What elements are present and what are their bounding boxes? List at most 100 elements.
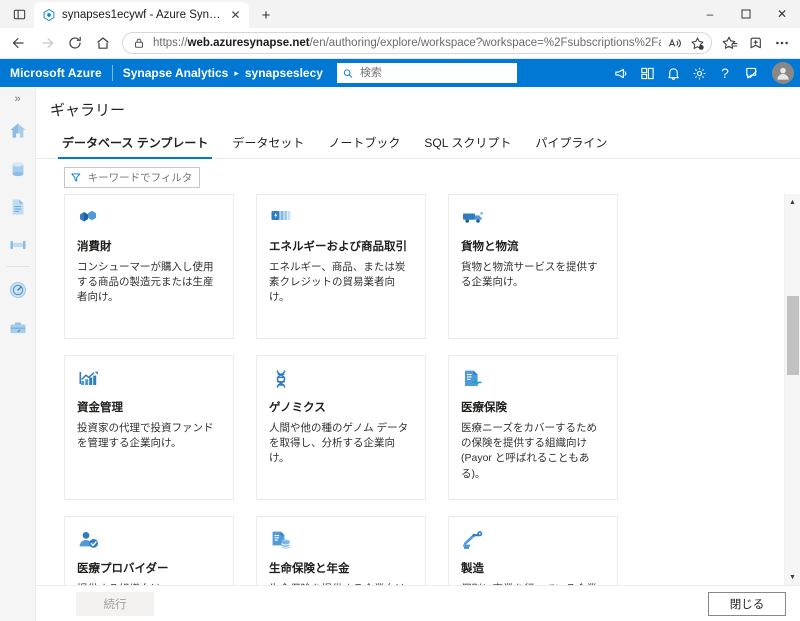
workspace-name[interactable]: synapseslecy [245,66,323,80]
tab-notebooks[interactable]: ノートブック [316,130,412,158]
settings-gear-icon[interactable] [686,60,712,86]
lock-icon [131,35,147,51]
sidebar-item-integrate[interactable] [3,229,33,261]
template-card[interactable]: 消費財 コンシューマーが購入し使用する商品の製造元または生産者向け。 [64,194,234,339]
tab-datasets[interactable]: データセット [220,130,316,158]
database-cylinder-icon [12,162,23,177]
scroll-down-icon[interactable]: ▼ [785,569,800,585]
chevron-right-icon: ▸ [234,67,239,78]
azure-synapse-app: Microsoft Azure Synapse Analytics ▸ syna… [0,58,800,621]
close-button[interactable]: 閉じる [708,591,786,616]
sidebar-item-home[interactable] [3,115,33,147]
template-card[interactable]: 資金管理 投資家の代理で投資ファンドを管理する企業向け。 [64,355,234,500]
card-description: 投資家の代理で投資ファンドを管理する企業向け。 [77,421,214,450]
life-insurance-icon [269,529,413,555]
card-description: 貨物と物流サービスを提供する企業向け。 [461,260,598,289]
sidebar-item-develop[interactable] [3,191,33,223]
card-title: 生命保険と年金 [269,563,350,575]
gallery-tabs: データベース テンプレート データセット ノートブック SQL スクリプト パイ… [36,130,800,159]
read-aloud-icon[interactable] [667,35,683,51]
tab-database-templates[interactable]: データベース テンプレート [50,130,220,159]
avatar[interactable] [772,62,794,84]
forward-icon [34,30,60,56]
template-card[interactable]: 貨物と物流 貨物と物流サービスを提供する企業向け。 [448,194,618,339]
freight-logistics-truck-icon [461,207,605,233]
vertical-scrollbar[interactable]: ▲ ▼ [784,194,800,585]
rail-divider [6,266,29,267]
add-favorite-icon[interactable] [689,35,705,51]
card-description: 提供する組織向け [77,582,221,585]
search-icon [343,68,353,78]
service-name[interactable]: Synapse Analytics [123,66,229,80]
azure-search-box[interactable] [336,63,517,83]
template-card[interactable]: エネルギーおよび商品取引 エネルギー、商品、または炭素クレジットの貿易業者向け。 [256,194,426,339]
window-controls: – ✕ [692,0,800,28]
home-icon[interactable] [90,30,116,56]
keyword-filter-input[interactable] [85,170,193,185]
feedback-icon[interactable] [738,60,764,86]
document-icon [12,199,23,215]
expand-rail-button[interactable]: » [4,89,32,109]
tab-sql-scripts[interactable]: SQL スクリプト [412,130,523,158]
scrollbar-thumb[interactable] [786,296,799,376]
app-body: » ギャラリー データベース テンプレート データセット ノートブック SQL … [0,87,800,621]
card-title: 医療プロバイダー [77,563,169,575]
template-card[interactable]: ゲノミクス 人間や他の種のゲノム データを取得し、分析する企業向け。 [256,355,426,500]
card-description: 医療ニーズをカバーするための保険を提供する組織向け (Payor と呼ばれること… [461,421,597,480]
browser-tab-strip: synapses1ecywf - Azure Synapse ✕ + – ✕ [0,0,800,28]
close-window-button[interactable]: ✕ [764,0,800,28]
monitor-gauge-icon [9,282,26,298]
close-icon[interactable]: ✕ [228,8,243,23]
card-title: 医療保険 [461,402,507,414]
help-question-icon[interactable]: ? [712,60,738,86]
continue-button[interactable]: 続行 [76,591,154,616]
health-insurance-icon [461,368,605,394]
sidebar-item-data[interactable] [3,153,33,185]
filter-icon [71,173,81,182]
browser-tab[interactable]: synapses1ecywf - Azure Synapse ✕ [34,2,249,28]
minimize-button[interactable]: – [692,0,728,28]
filter-row [36,159,800,194]
azure-top-bar: Microsoft Azure Synapse Analytics ▸ syna… [0,59,800,87]
pipeline-icon [10,240,25,250]
search-input[interactable] [357,66,511,80]
collections-icon[interactable] [744,31,768,55]
card-title: 貨物と物流 [461,241,519,253]
sidebar-item-manage[interactable] [3,312,33,344]
tab-list-button[interactable] [6,2,32,26]
energy-commodity-icon [269,207,413,233]
dialog-footer: 続行 閉じる [36,585,800,621]
template-card[interactable]: 生命保険と年金 生命保険を提供する企業向け [256,516,426,585]
card-description: 生命保険を提供する企業向け [269,582,413,585]
notifications-bell-icon[interactable] [660,60,686,86]
maximize-button[interactable] [728,0,764,28]
address-bar[interactable]: https://web.azuresynapse.net/en/authorin… [122,32,712,54]
tab-pipelines[interactable]: パイプライン [523,130,619,158]
favorites-icon[interactable] [718,31,742,55]
refresh-icon[interactable] [62,30,88,56]
card-description: エネルギー、商品、または炭素クレジットの貿易業者向け。 [269,260,406,304]
url-text: https://web.azuresynapse.net/en/authorin… [153,37,661,49]
template-card[interactable]: 医療保険 医療ニーズをカバーするための保険を提供する組織向け (Payor と呼… [448,355,618,500]
browser-navigation-bar: https://web.azuresynapse.net/en/authorin… [0,28,800,58]
card-title: 資金管理 [77,402,123,414]
browser-window: synapses1ecywf - Azure Synapse ✕ + – ✕ h… [0,0,800,621]
scrollbar-track[interactable] [785,210,800,569]
sidebar-item-monitor[interactable] [3,274,33,306]
keyword-filter-box[interactable] [64,167,200,188]
azure-brand[interactable]: Microsoft Azure [10,66,102,80]
left-navigation-rail: » [0,87,36,621]
new-tab-button[interactable]: + [253,3,279,27]
template-card[interactable]: 製造 個別に事業を行っている企業向け [448,516,618,585]
card-description: 人間や他の種のゲノム データを取得し、分析する企業向け。 [269,421,409,465]
scroll-up-icon[interactable]: ▲ [785,194,800,210]
template-card[interactable]: 医療プロバイダー 提供する組織向け [64,516,234,585]
card-title: ゲノミクス [269,402,326,414]
fund-management-chart-icon [77,368,221,394]
megaphone-icon[interactable] [608,60,634,86]
genomics-dna-icon [269,368,413,394]
knowledge-center-icon[interactable] [634,60,660,86]
browser-menu-icon[interactable] [770,31,794,55]
back-icon[interactable] [6,30,32,56]
toolbox-icon [10,322,25,334]
